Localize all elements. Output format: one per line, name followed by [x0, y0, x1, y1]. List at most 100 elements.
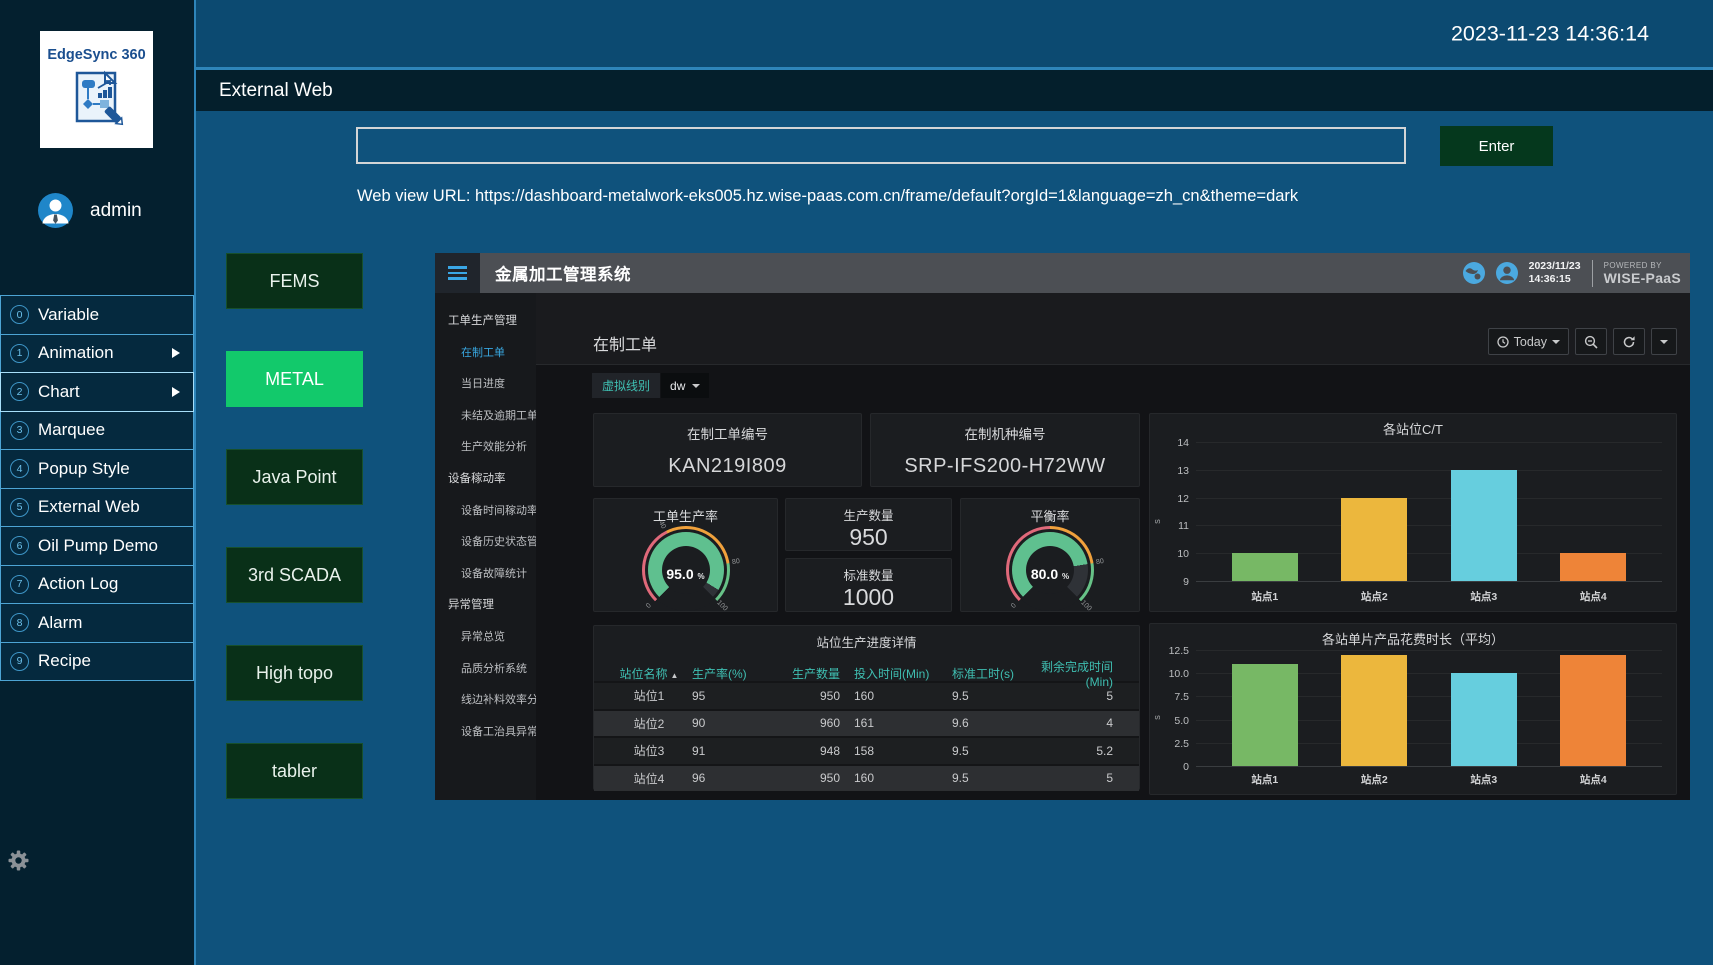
menu-item-label: Oil Pump Demo — [38, 536, 158, 556]
gauge-tick-label: 100 — [1079, 599, 1092, 612]
menu-item-label: Recipe — [38, 651, 91, 671]
table-row: 站位2909601619.64 — [594, 709, 1139, 737]
menu-number-badge: 8 — [10, 613, 29, 632]
gauge-unit: % — [698, 572, 705, 581]
gauge-title: 工单生产率 — [594, 506, 777, 525]
gauge-tick-label: 50 — [1046, 516, 1054, 523]
bar-站点2 — [1341, 498, 1407, 581]
sidebar-item-variable[interactable]: 0Variable — [0, 295, 194, 335]
table-col-header[interactable]: 生产率(%) — [692, 665, 768, 682]
y-axis-label: s — [1152, 716, 1163, 721]
bar-站点3 — [1451, 470, 1517, 581]
table-cell: 站位2 — [606, 715, 692, 732]
sidebar: EdgeSync 360 admin 0Variable — [0, 0, 196, 965]
dash-nav-设备故障统计[interactable]: 设备故障统计 — [435, 559, 536, 591]
sidebar-item-external-web[interactable]: 5External Web — [0, 488, 194, 528]
shortcut-button-java-point[interactable]: Java Point — [226, 449, 363, 505]
card-title: 在制工单编号 — [594, 423, 861, 443]
globe-icon[interactable] — [1463, 262, 1485, 284]
table-cell: 5 — [1038, 689, 1127, 703]
dash-nav-工单生产管理: 工单生产管理 — [435, 306, 536, 338]
table-col-header[interactable]: 站位名称▲ — [606, 665, 692, 682]
table-title: 站位生产进度详情 — [594, 632, 1139, 651]
stat-value: 950 — [786, 524, 951, 551]
dash-nav-设备时间稼动率分析[interactable]: 设备时间稼动率分析 — [435, 496, 536, 528]
enter-button[interactable]: Enter — [1440, 126, 1553, 166]
bars-group — [1196, 650, 1662, 766]
table-cell: 9.5 — [952, 744, 1038, 758]
y-tick-label: 5.0 — [1174, 715, 1189, 727]
url-input[interactable] — [356, 127, 1406, 164]
dash-nav-品质分析系统[interactable]: 品质分析系统 — [435, 654, 536, 686]
dash-nav-异常总览[interactable]: 异常总览 — [435, 622, 536, 654]
shortcut-button-3rd-scada[interactable]: 3rd SCADA — [226, 547, 363, 603]
hamburger-menu-icon[interactable] — [435, 253, 480, 293]
y-tick-label: 12 — [1177, 493, 1189, 505]
menu-item-label: Chart — [38, 382, 80, 402]
dashboard-header-right: 2023/11/23 14:36:15 POWERED BY WISE-PaaS — [1463, 260, 1690, 287]
sidebar-item-recipe[interactable]: 9Recipe — [0, 642, 194, 682]
filter-dropdown[interactable]: dw — [661, 373, 709, 398]
table-cell: 95 — [692, 689, 768, 703]
flowchart-logo-icon — [67, 69, 127, 129]
table-cell: 160 — [854, 771, 952, 785]
clock-icon — [1497, 336, 1509, 348]
avatar — [38, 193, 73, 228]
gauge-tick-label: 80 — [731, 558, 740, 566]
table-col-header[interactable]: 标准工时(s) — [952, 665, 1038, 682]
system-datetime: 2023-11-23 14:36:14 — [1451, 21, 1649, 46]
sidebar-item-action-log[interactable]: 7Action Log — [0, 565, 194, 605]
time-range-button[interactable]: Today — [1488, 328, 1569, 355]
x-tick-label: 站点1 — [1232, 772, 1298, 788]
sidebar-item-oil-pump-demo[interactable]: 6Oil Pump Demo — [0, 526, 194, 566]
shortcut-button-metal[interactable]: METAL — [226, 351, 363, 407]
chart-x-labels: 站点1站点2站点3站点4 — [1196, 589, 1662, 605]
dash-nav-线边补料效率分析[interactable]: 线边补料效率分析 — [435, 685, 536, 717]
settings-gear-icon[interactable] — [8, 850, 29, 871]
shortcut-button-high-topo[interactable]: High topo — [226, 645, 363, 701]
sidebar-item-animation[interactable]: 1Animation — [0, 334, 194, 374]
table-cell: 站位1 — [606, 687, 692, 704]
sort-asc-icon: ▲ — [671, 671, 679, 680]
dash-nav-未结及逾期工单[interactable]: 未结及逾期工单 — [435, 401, 536, 433]
user-account-icon[interactable] — [1496, 262, 1518, 284]
chart-plot-area: 14131211109 — [1196, 442, 1662, 581]
embedded-dashboard: 金属加工管理系统 2023/11/23 14:36:15 POWERED BY … — [435, 253, 1690, 800]
table-col-header[interactable]: 剩余完成时间(Min) — [1038, 658, 1127, 689]
zoom-out-button[interactable] — [1575, 328, 1607, 355]
sidebar-item-chart[interactable]: 2Chart — [0, 372, 194, 412]
bar-站点4 — [1560, 553, 1626, 581]
bar-站点1 — [1232, 553, 1298, 581]
dash-nav-当日进度[interactable]: 当日进度 — [435, 369, 536, 401]
sidebar-item-marquee[interactable]: 3Marquee — [0, 411, 194, 451]
table-cell: 948 — [768, 744, 854, 758]
dashboard-datetime: 2023/11/23 14:36:15 — [1529, 260, 1581, 287]
sidebar-item-popup-style[interactable]: 4Popup Style — [0, 449, 194, 489]
x-tick-label: 站点4 — [1560, 772, 1626, 788]
dash-nav-设备历史状态管理[interactable]: 设备历史状态管理 — [435, 527, 536, 559]
refresh-button[interactable] — [1613, 328, 1645, 355]
table-col-header[interactable]: 生产数量 — [768, 665, 854, 682]
time-toolbar: Today — [1488, 328, 1677, 355]
station-avg-time-chart: 各站单片产品花费时长（平均） s 12.510.07.55.02.50 站点1站… — [1149, 623, 1677, 795]
shortcut-button-tabler[interactable]: tabler — [226, 743, 363, 799]
header-vertical-divider — [1592, 260, 1593, 287]
dashboard-title: 金属加工管理系统 — [495, 261, 631, 285]
gauge-tick-label: 100 — [715, 599, 728, 612]
shortcut-button-fems[interactable]: FEMS — [226, 253, 363, 309]
dash-nav-生产效能分析[interactable]: 生产效能分析 — [435, 432, 536, 464]
table-cell: 9.5 — [952, 771, 1038, 785]
refresh-interval-button[interactable] — [1651, 328, 1677, 355]
page-title-band: External Web — [196, 70, 1713, 111]
webview-url-text: Web view URL: https://dashboard-metalwor… — [357, 187, 1298, 206]
y-axis-label: s — [1152, 520, 1163, 525]
dash-nav-设备稼动率: 设备稼动率 — [435, 464, 536, 496]
sidebar-item-alarm[interactable]: 8Alarm — [0, 603, 194, 643]
dash-nav-设备工治具异常分析[interactable]: 设备工治具异常分析 — [435, 717, 536, 749]
table-cell: 91 — [692, 744, 768, 758]
table-col-header[interactable]: 投入时间(Min) — [854, 665, 952, 682]
dash-nav-在制工单[interactable]: 在制工单 — [435, 338, 536, 370]
chevron-down-icon — [692, 384, 700, 388]
table-row: 站位3919481589.55.2 — [594, 736, 1139, 764]
station-ct-chart: 各站位C/T s 14131211109 站点1站点2站点3站点4 — [1149, 413, 1677, 612]
